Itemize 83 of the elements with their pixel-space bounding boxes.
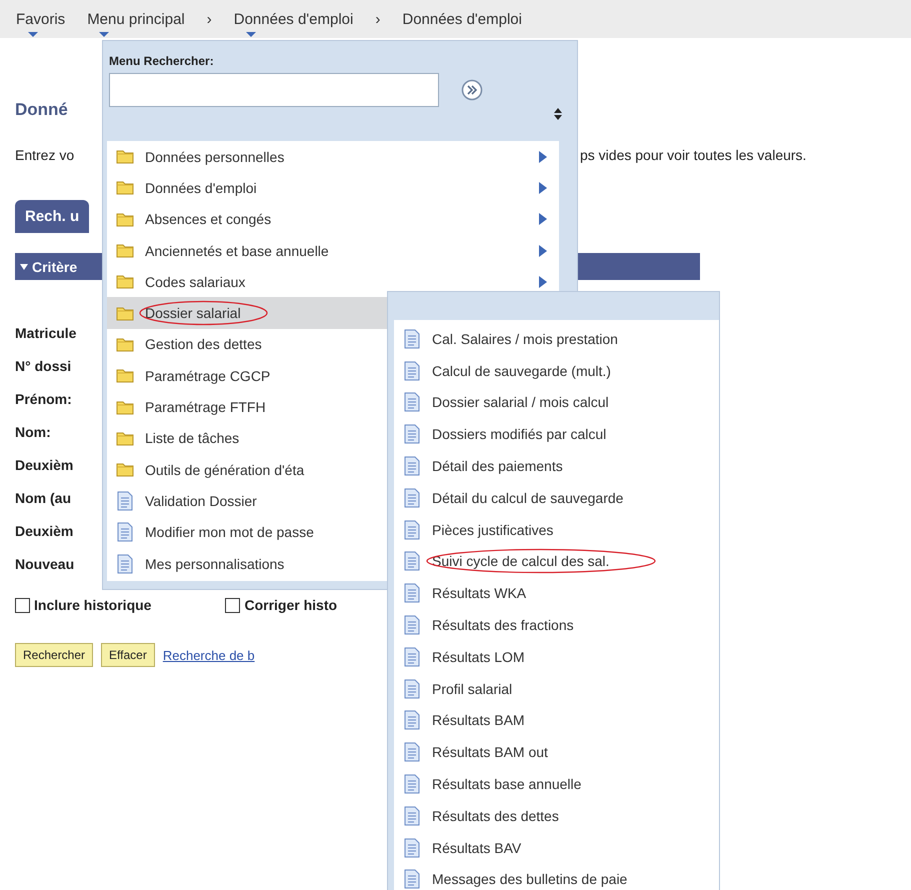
folder-icon xyxy=(116,400,134,415)
menu-item[interactable]: Absences et congés xyxy=(107,204,559,235)
menu-item[interactable]: Résultats des dettes xyxy=(394,800,719,832)
menu-item[interactable]: Dossier salarial / mois calcul xyxy=(394,386,719,418)
menu-item[interactable]: Données personnelles xyxy=(107,141,559,172)
folder-icon xyxy=(116,274,134,290)
menu-item[interactable]: Données d'emploi xyxy=(107,172,559,204)
action-button[interactable]: Rechercher xyxy=(15,643,94,667)
menu-item[interactable]: Détail des paiements xyxy=(394,450,719,482)
menu-item[interactable]: Détail du calcul de sauvegarde xyxy=(394,482,719,514)
checkbox[interactable] xyxy=(225,598,240,612)
folder-icon xyxy=(116,243,134,258)
menu-item[interactable]: Résultats BAM xyxy=(394,704,719,736)
menu-item[interactable]: Résultats LOM xyxy=(394,640,719,673)
document-icon xyxy=(404,551,420,572)
document-icon xyxy=(117,554,133,574)
folder-icon xyxy=(116,149,134,164)
checkbox-label: Corriger histo xyxy=(244,597,338,613)
document-icon xyxy=(404,710,420,730)
go-icon[interactable] xyxy=(461,79,483,101)
document-icon xyxy=(404,488,420,508)
action-button[interactable]: Effacer xyxy=(101,643,155,667)
breadcrumb-link[interactable]: Menu principal xyxy=(87,10,185,28)
menu-item[interactable]: Résultats WKA xyxy=(394,577,719,610)
menu-item[interactable]: Résultats BAM out xyxy=(394,736,719,768)
document-icon xyxy=(404,806,420,826)
folder-icon xyxy=(116,212,134,227)
document-icon xyxy=(117,490,133,511)
search-link[interactable]: Recherche de b xyxy=(162,648,255,662)
document-icon xyxy=(404,774,420,794)
menu-item[interactable]: Messages des bulletins de paie xyxy=(394,864,719,890)
menu-item[interactable]: Pièces justificatives xyxy=(394,514,719,546)
menu-item[interactable]: Profil salarial xyxy=(394,672,719,705)
document-icon xyxy=(404,646,420,667)
menu-search-field[interactable] xyxy=(109,73,439,107)
breadcrumb-separator: › xyxy=(206,10,212,28)
field-label: Deuxièm xyxy=(15,522,74,540)
folder-icon xyxy=(116,462,134,478)
breadcrumb-link[interactable]: Favoris xyxy=(16,10,66,28)
document-icon xyxy=(404,424,420,444)
menu-item[interactable]: Dossiers modifiés par calcul xyxy=(394,418,719,450)
folder-icon xyxy=(116,336,134,352)
search-label: Menu Rechercher: xyxy=(109,54,214,68)
field-label: Matricule xyxy=(15,324,76,342)
document-icon xyxy=(404,520,420,540)
document-icon xyxy=(404,583,420,604)
checkbox-label: Inclure historique xyxy=(34,597,152,613)
document-icon xyxy=(404,615,420,636)
sort-icon[interactable] xyxy=(554,108,562,120)
field-label: Prénom: xyxy=(15,390,72,408)
section-title: Critère xyxy=(32,258,78,274)
folder-icon xyxy=(116,180,134,196)
menu-item[interactable]: Anciennetés et base annuelle xyxy=(107,234,559,266)
document-icon xyxy=(404,456,420,476)
folder-icon xyxy=(116,368,134,384)
document-icon xyxy=(404,869,420,890)
folder-icon xyxy=(116,306,134,321)
checkbox[interactable] xyxy=(15,598,30,612)
document-icon xyxy=(404,360,420,381)
instruction-text: Entrez vo xyxy=(15,146,74,165)
menu-item[interactable]: Résultats base annuelle xyxy=(394,768,719,800)
document-icon xyxy=(404,742,420,762)
breadcrumb-link[interactable]: Données d'emploi xyxy=(402,10,522,28)
search-tab[interactable]: Rech. u xyxy=(15,200,90,233)
field-label: Nom (au xyxy=(15,489,71,507)
instruction-text: ps vides pour voir toutes les valeurs. xyxy=(580,146,806,165)
document-icon xyxy=(404,838,420,858)
document-icon xyxy=(404,392,420,412)
field-label: Nouveau xyxy=(15,555,74,573)
field-label: N° dossi xyxy=(15,357,72,375)
folder-icon xyxy=(116,430,134,446)
breadcrumb-separator: › xyxy=(375,10,380,28)
breadcrumb-link[interactable]: Données d'emploi xyxy=(234,10,354,28)
field-label: Deuxièm xyxy=(15,456,74,474)
document-icon xyxy=(404,328,420,349)
menu-item[interactable]: Résultats des fractions xyxy=(394,609,719,641)
menu-item[interactable]: Calcul de sauvegarde (mult.) xyxy=(394,354,719,387)
field-label: Nom: xyxy=(15,423,51,441)
menu-item[interactable]: Résultats BAV xyxy=(394,832,719,864)
menu-item[interactable]: Codes salariaux xyxy=(107,266,559,298)
page-title: Donné xyxy=(15,100,68,120)
document-icon xyxy=(404,678,420,699)
document-icon xyxy=(117,522,133,542)
